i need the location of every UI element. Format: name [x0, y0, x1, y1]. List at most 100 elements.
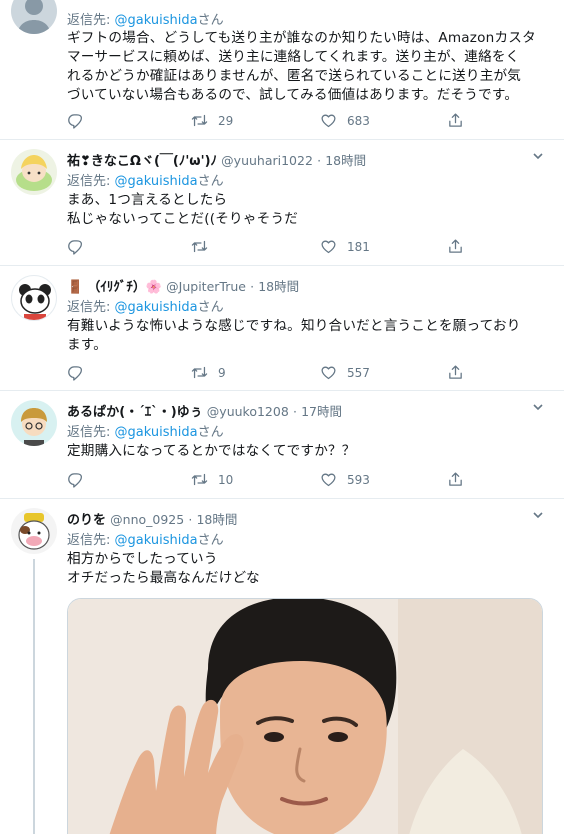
share-button[interactable] — [447, 364, 464, 381]
like-button[interactable]: 557 — [320, 364, 370, 381]
chibi-avatar-icon — [21, 408, 47, 446]
tweet-header: のりを @nno_0925 · 18時間 — [67, 509, 237, 528]
display-name[interactable]: あるぱか(・´ｴ`・)ゆぅ — [67, 405, 203, 420]
avatar[interactable] — [11, 400, 57, 446]
tweet-line: 私じゃないってことだ((そりゃそうだ — [67, 211, 299, 227]
separator-dot: · — [317, 153, 322, 168]
timestamp[interactable]: 18時間 — [258, 279, 299, 294]
like-count: 593 — [347, 472, 370, 487]
reply-to-link[interactable]: @gakuishida — [115, 300, 198, 315]
like-button[interactable]: 593 — [320, 471, 370, 488]
timestamp[interactable]: 17時間 — [301, 404, 342, 419]
reply-to-link[interactable]: @gakuishida — [115, 425, 198, 440]
reply-to: 返信先: @gakuishidaさん — [67, 296, 224, 315]
retweet-count: 10 — [218, 472, 234, 487]
separator-dot: · — [292, 404, 297, 419]
tweet-3[interactable]: 🚪 （ｲﾘｸﾞﾁ）🌸 @JupiterTrue · 18時間 返信先: @gak… — [0, 266, 564, 391]
chevron-down-icon[interactable] — [532, 150, 544, 165]
display-name[interactable]: のりを — [67, 513, 106, 528]
like-button[interactable]: 181 — [320, 238, 370, 255]
retweet-icon — [191, 238, 208, 255]
tweet-4[interactable]: あるぱか(・´ｴ`・)ゆぅ @yuuko1208 · 17時間 返信先: @ga… — [0, 391, 564, 499]
like-icon — [320, 238, 337, 255]
share-icon — [447, 364, 464, 381]
reply-icon — [67, 112, 84, 129]
tweet-text: 相方からでしたっていう オチだったら最高なんだけどな — [67, 550, 549, 588]
retweet-count: 9 — [218, 365, 226, 380]
user-handle[interactable]: @yuuko1208 — [207, 404, 289, 419]
reply-prefix: 返信先: — [67, 174, 115, 189]
share-icon — [447, 471, 464, 488]
separator-dot: · — [250, 279, 255, 294]
reply-suffix: さん — [197, 533, 224, 548]
tweet-line: 相方からでしたっていう — [67, 551, 218, 567]
door-emoji: 🚪 — [67, 280, 84, 295]
reply-button[interactable] — [67, 471, 84, 488]
reply-button[interactable] — [67, 364, 84, 381]
portrait-photo-image — [68, 599, 542, 834]
tweet-line: れるかどうか確証はありませんが、匿名で送られていることに送り主が気 — [67, 68, 522, 84]
like-count: 683 — [347, 113, 370, 128]
retweet-button[interactable]: 10 — [191, 471, 233, 488]
user-handle[interactable]: @yuuhari1022 — [221, 153, 313, 168]
like-button[interactable]: 683 — [320, 112, 370, 129]
reply-button[interactable] — [67, 238, 84, 255]
reply-prefix: 返信先: — [67, 533, 115, 548]
thread-line — [33, 559, 35, 834]
reply-to-link[interactable]: @gakuishida — [115, 533, 198, 548]
panda-avatar-icon — [19, 284, 51, 320]
cow-avatar-icon — [18, 513, 50, 550]
retweet-count: 29 — [218, 113, 234, 128]
reply-to-link[interactable]: @gakuishida — [115, 174, 198, 189]
display-name[interactable]: （ｲﾘｸﾞﾁ）🌸 — [87, 280, 162, 295]
reply-to-link[interactable]: @gakuishida — [115, 13, 198, 28]
avatar[interactable] — [11, 149, 57, 195]
reply-prefix: 返信先: — [67, 13, 115, 28]
tweet-photo[interactable] — [67, 598, 543, 834]
timestamp[interactable]: 18時間 — [196, 512, 237, 527]
tweet-text: 有難いような怖いような感じですね。知り合いだと言うことを願っており ます。 — [67, 317, 549, 355]
reply-suffix: さん — [197, 174, 224, 189]
reply-to: 返信先: @gakuishidaさん — [67, 170, 224, 189]
tweet-actions: 29 683 — [67, 112, 467, 132]
tweet-1[interactable]: 返信先: @gakuishidaさん ギフトの場合、どうしても送り主が誰なのか知… — [0, 0, 564, 140]
retweet-icon — [191, 471, 208, 488]
tweet-text: まあ、1つ言えるとしたら 私じゃないってことだ((そりゃそうだ — [67, 191, 549, 229]
tweet-line: マーサービスに頼めば、送り主に連絡してくれます。送り主が、連絡をく — [67, 49, 520, 65]
share-button[interactable] — [447, 112, 464, 129]
tweet-line: づいていない場合もあるので、試してみる価値はあります。だそうです。 — [67, 87, 519, 103]
avatar[interactable] — [11, 0, 57, 34]
reply-prefix: 返信先: — [67, 425, 115, 440]
tweet-line: ます。 — [67, 337, 108, 353]
reply-to: 返信先: @gakuishidaさん — [67, 421, 224, 440]
chevron-down-icon[interactable] — [532, 509, 544, 524]
retweet-icon — [191, 364, 208, 381]
user-handle[interactable]: @JupiterTrue — [166, 279, 246, 294]
share-button[interactable] — [447, 238, 464, 255]
retweet-icon — [191, 112, 208, 129]
reply-suffix: さん — [197, 425, 224, 440]
retweet-button[interactable]: 29 — [191, 112, 233, 129]
tweet-line: まあ、1つ言えるとしたら — [67, 192, 228, 208]
tweet-header: 🚪 （ｲﾘｸﾞﾁ）🌸 @JupiterTrue · 18時間 — [67, 276, 299, 295]
user-handle[interactable]: @nno_0925 — [110, 512, 184, 527]
avatar[interactable] — [11, 508, 57, 554]
timestamp[interactable]: 18時間 — [325, 153, 366, 168]
retweet-button[interactable] — [191, 238, 218, 255]
tweet-text: 定期購入になってるとかではなくてですか？？ — [67, 442, 549, 461]
tweet-2[interactable]: 祐❣きなこΩヾ(￣(ﾉ'ω')ﾉ @yuuhari1022 · 18時間 返信先… — [0, 140, 564, 266]
reply-to: 返信先: @gakuishidaさん — [67, 9, 224, 28]
avatar[interactable] — [11, 275, 57, 321]
reply-prefix: 返信先: — [67, 300, 115, 315]
display-name[interactable]: 祐❣きなこΩヾ(￣(ﾉ'ω')ﾉ — [67, 154, 217, 169]
share-icon — [447, 112, 464, 129]
like-count: 181 — [347, 239, 370, 254]
reply-button[interactable] — [67, 112, 84, 129]
chevron-down-icon[interactable] — [532, 401, 544, 416]
tweet-line: ギフトの場合、どうしても送り主が誰なのか知りたい時は、Amazonカスタ — [67, 30, 536, 46]
reply-icon — [67, 471, 84, 488]
like-icon — [320, 471, 337, 488]
tweet-actions: 181 — [67, 238, 467, 258]
share-button[interactable] — [447, 471, 464, 488]
retweet-button[interactable]: 9 — [191, 364, 226, 381]
